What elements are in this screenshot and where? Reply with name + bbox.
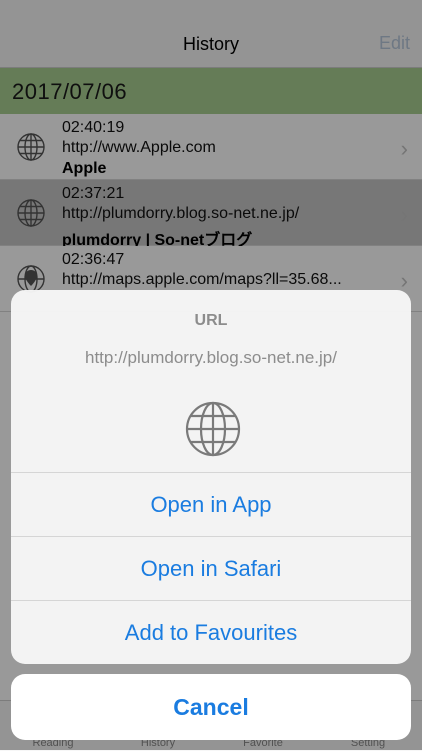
action-sheet: URL http://plumdorry.blog.so-net.ne.jp/ … (11, 290, 411, 664)
action-sheet-header: URL http://plumdorry.blog.so-net.ne.jp/ (11, 290, 411, 472)
open-in-safari-button[interactable]: Open in Safari (11, 536, 411, 600)
action-sheet-message: http://plumdorry.blog.so-net.ne.jp/ (85, 348, 337, 367)
cancel-button[interactable]: Cancel (11, 674, 411, 740)
action-sheet-title: URL (194, 312, 228, 329)
add-to-favourites-button[interactable]: Add to Favourites (11, 600, 411, 664)
open-in-app-button[interactable]: Open in App (11, 472, 411, 536)
globe-icon (185, 401, 241, 457)
